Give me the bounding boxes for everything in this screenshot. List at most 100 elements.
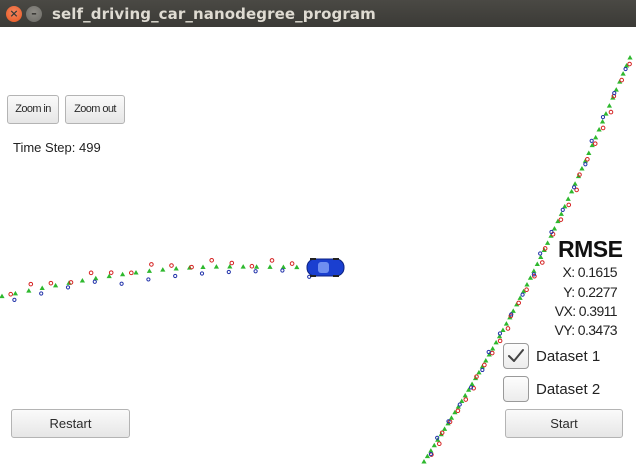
lidar-marker [540, 260, 545, 265]
lidar-marker [129, 270, 134, 276]
estimate-marker [12, 290, 18, 296]
estimate-marker [627, 55, 633, 60]
radar-marker [435, 435, 440, 440]
estimate-marker [558, 211, 564, 216]
dataset-1-checkbox[interactable] [503, 343, 529, 369]
rmse-vy: VY: 0.3473 [554, 322, 617, 338]
lidar-marker [149, 262, 154, 267]
zoom-out-button[interactable]: Zoom out [65, 95, 125, 124]
radar-marker [428, 452, 433, 457]
estimate-marker [620, 71, 626, 76]
estimate-marker [569, 188, 575, 194]
estimate-marker [431, 442, 437, 448]
estimate-marker [531, 268, 537, 273]
estimate-marker [469, 381, 475, 386]
radar-marker [226, 269, 231, 275]
radar-marker [92, 279, 97, 284]
radar-marker [600, 114, 606, 120]
radar-marker [571, 185, 577, 190]
minimize-icon[interactable]: – [26, 6, 42, 22]
lidar-marker [209, 257, 214, 263]
radar-marker [583, 162, 588, 167]
estimate-marker [448, 415, 455, 420]
estimate-marker [534, 261, 540, 266]
estimate-marker [200, 264, 206, 270]
checkmark-icon [508, 349, 524, 362]
rmse-y: Y: 0.2277 [563, 284, 617, 300]
rmse-vx: VX: 0.3911 [554, 303, 618, 319]
estimate-marker [490, 345, 496, 351]
radar-marker [253, 269, 258, 274]
estimate-marker [267, 264, 273, 269]
lidar-marker [497, 338, 503, 344]
start-button[interactable]: Start [505, 409, 623, 438]
lidar-marker [8, 291, 13, 297]
estimate-marker [213, 264, 219, 269]
estimate-marker [39, 285, 45, 290]
estimate-marker [606, 103, 612, 108]
radar-marker [12, 297, 17, 302]
estimate-marker [603, 111, 609, 116]
estimate-marker [93, 275, 99, 281]
radar-marker [589, 138, 594, 143]
estimate-marker [428, 448, 434, 453]
lidar-marker [627, 61, 632, 67]
radar-marker [146, 277, 151, 282]
dataset-1-label: Dataset 1 [536, 348, 601, 365]
estimate-marker [160, 267, 166, 272]
zoom-in-button[interactable]: Zoom in [7, 95, 59, 124]
lidar-marker [482, 362, 487, 368]
time-step-label: Time Step: 499 [13, 140, 101, 155]
close-icon[interactable]: × [6, 6, 22, 22]
estimate-marker [240, 264, 246, 269]
estimate-marker [565, 196, 571, 201]
radar-marker [486, 349, 491, 355]
lidar-marker [608, 109, 614, 115]
restart-button[interactable]: Restart [11, 409, 130, 438]
lidar-marker [437, 441, 442, 447]
estimate-marker [586, 150, 592, 155]
estimate-marker [545, 240, 551, 245]
estimate-marker [254, 264, 260, 269]
estimate-marker [551, 225, 558, 231]
radar-marker [119, 281, 124, 286]
radar-marker [173, 273, 178, 279]
lidar-marker [505, 326, 511, 331]
estimate-marker [133, 269, 139, 275]
radar-marker [480, 367, 485, 373]
lidar-marker [489, 350, 495, 356]
lidar-marker [88, 270, 94, 276]
radar-marker [39, 291, 44, 296]
estimate-marker [421, 459, 427, 464]
estimate-marker [53, 282, 59, 288]
estimate-marker [462, 392, 468, 398]
lidar-marker [600, 125, 606, 131]
lidar-marker [28, 281, 34, 287]
window-titlebar: × – self_driving_car_nanodegree_program [0, 0, 636, 27]
dataset-2-checkbox[interactable] [503, 376, 529, 402]
radar-marker [468, 385, 474, 390]
lidar-marker [463, 397, 469, 402]
lidar-marker [229, 260, 235, 266]
radar-marker [65, 285, 71, 290]
estimate-marker [593, 134, 599, 140]
lidar-marker [289, 261, 295, 266]
simulator-canvas[interactable] [0, 27, 636, 469]
estimate-marker [280, 264, 286, 270]
estimate-marker [524, 282, 530, 287]
estimate-marker [0, 293, 5, 299]
estimate-marker [79, 277, 85, 283]
rmse-x: X: 0.1615 [562, 264, 617, 280]
estimate-marker [442, 426, 448, 431]
estimate-marker [500, 327, 506, 332]
radar-marker [199, 271, 205, 276]
estimate-marker [510, 308, 516, 313]
lidar-marker [249, 263, 255, 269]
radar-marker [280, 268, 285, 273]
radar-marker [560, 207, 565, 213]
radar-marker [457, 402, 462, 407]
radar-marker [520, 292, 525, 297]
radar-marker [497, 331, 503, 336]
rmse-title: RMSE [558, 236, 623, 262]
estimate-marker [120, 271, 126, 277]
